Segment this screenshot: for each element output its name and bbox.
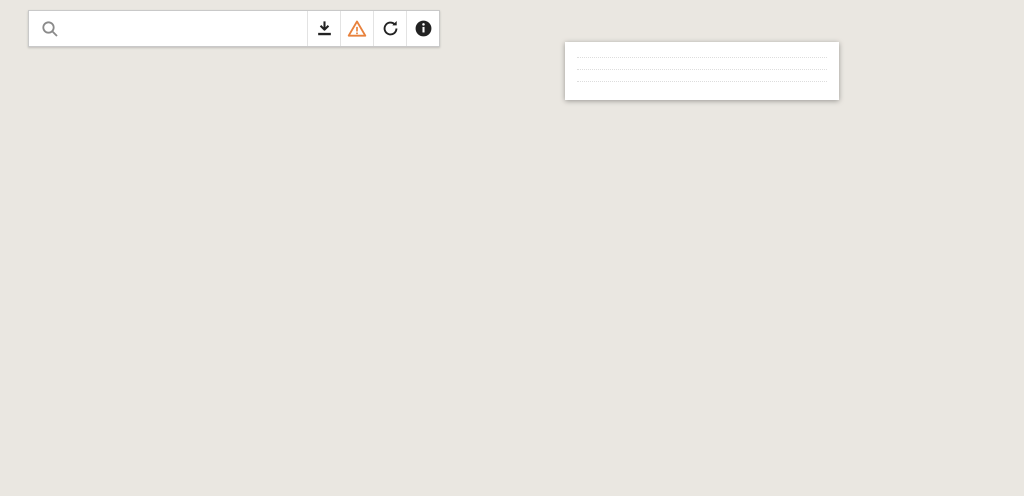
map-toolbar xyxy=(307,11,439,46)
popup-close-button[interactable] xyxy=(824,43,836,45)
popup-row-address xyxy=(577,57,827,69)
popup-row-category xyxy=(577,69,827,81)
search-input[interactable] xyxy=(71,11,307,46)
warning-icon xyxy=(347,19,367,39)
info-icon xyxy=(414,19,433,38)
refresh-icon xyxy=(381,19,400,38)
map-viewport[interactable] xyxy=(0,0,1024,496)
info-button[interactable] xyxy=(406,11,439,46)
search-icon xyxy=(29,11,71,46)
popup-row-number xyxy=(577,46,827,57)
download-button[interactable] xyxy=(307,11,340,46)
map-canvas[interactable] xyxy=(0,0,1024,496)
download-icon xyxy=(315,19,334,38)
popup-row-ownership xyxy=(577,81,827,93)
parcel-info-popup xyxy=(565,42,839,100)
refresh-button[interactable] xyxy=(373,11,406,46)
report-error-button[interactable] xyxy=(340,11,373,46)
search-bar xyxy=(28,10,440,47)
